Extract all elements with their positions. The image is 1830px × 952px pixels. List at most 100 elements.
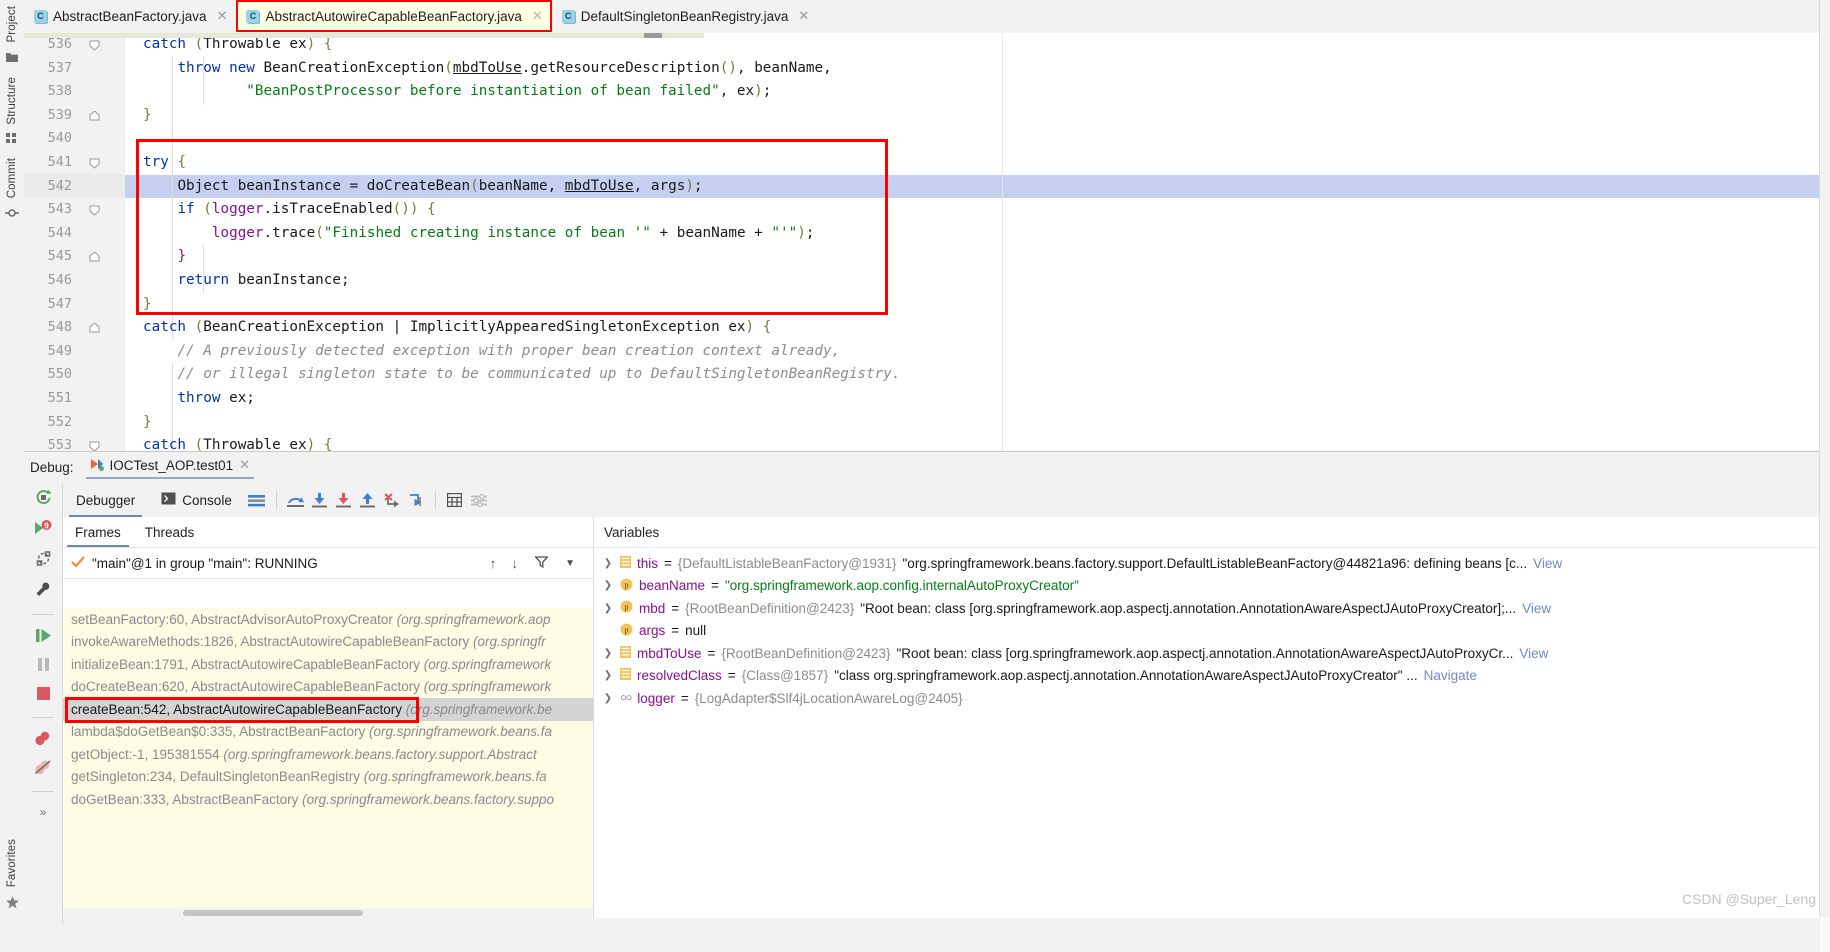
arrow-down-icon[interactable]: ↓ bbox=[511, 556, 518, 571]
fold-marker-icon[interactable] bbox=[89, 157, 100, 169]
code-line[interactable]: Object beanInstance = doCreateBean(beanN… bbox=[125, 175, 1830, 199]
step-into-icon[interactable] bbox=[308, 488, 332, 512]
frame-list-item[interactable]: getObject:-1, 195381554 (org.springframe… bbox=[63, 743, 593, 766]
frame-list-item-selected[interactable]: createBean:542, AbstractAutowireCapableB… bbox=[63, 698, 593, 721]
frame-list-item[interactable]: initializeBean:1791, AbstractAutowireCap… bbox=[63, 653, 593, 676]
editor-tab-abstractautowirecapablebeanfactory[interactable]: C AbstractAutowireCapableBeanFactory.jav… bbox=[236, 0, 552, 32]
code-editor[interactable]: 536 537 538 539 540 541 542 543 544 545 … bbox=[24, 33, 1830, 451]
code-line[interactable]: // or illegal singleton state to be comm… bbox=[125, 363, 1830, 387]
code-line[interactable]: "BeanPostProcessor before instantiation … bbox=[125, 80, 1830, 104]
chevron-right-icon[interactable]: ❯ bbox=[602, 670, 614, 681]
code-line[interactable]: catch (BeanCreationException | Implicitl… bbox=[125, 316, 1830, 340]
settings-filter-icon[interactable] bbox=[467, 488, 491, 512]
variable-row[interactable]: ❯ ○○ logger = {LogAdapter$Slf4jLocationA… bbox=[594, 687, 1830, 710]
fold-marker-icon[interactable] bbox=[89, 110, 100, 121]
tab-frames[interactable]: Frames bbox=[63, 518, 133, 547]
pause-program-icon[interactable] bbox=[37, 657, 50, 675]
code-line[interactable]: } bbox=[125, 293, 1830, 317]
fold-marker-icon[interactable] bbox=[89, 39, 100, 51]
code-text-area[interactable]: catch (Throwable ex) { throw new BeanCre… bbox=[125, 33, 1830, 451]
variable-value: "class org.springframework.aop.aspectj.a… bbox=[834, 668, 1418, 684]
filter-icon[interactable] bbox=[534, 555, 550, 571]
more-options-icon[interactable]: » bbox=[40, 805, 47, 819]
arrow-up-icon[interactable]: ↑ bbox=[490, 556, 497, 571]
frame-list-item[interactable]: doCreateBean:620, AbstractAutowireCapabl… bbox=[63, 676, 593, 699]
thread-selector-row[interactable]: "main"@1 in group "main": RUNNING ↑ ↓ ▼ bbox=[63, 548, 593, 579]
variable-row[interactable]: p args = null bbox=[594, 620, 1830, 643]
run-to-cursor-icon[interactable] bbox=[404, 488, 428, 512]
code-line[interactable]: if (logger.isTraceEnabled()) { bbox=[125, 198, 1830, 222]
resume-program-icon[interactable] bbox=[35, 628, 52, 646]
frame-list-item[interactable]: doGetBean:333, AbstractBeanFactory (org.… bbox=[63, 788, 593, 811]
fold-marker-icon[interactable] bbox=[89, 204, 100, 216]
chevron-right-icon[interactable]: ❯ bbox=[602, 603, 614, 614]
view-link[interactable]: View bbox=[1533, 556, 1562, 571]
view-link[interactable]: View bbox=[1522, 601, 1551, 616]
chevron-right-icon[interactable]: ❯ bbox=[602, 648, 614, 659]
step-out-icon[interactable] bbox=[356, 488, 380, 512]
evaluate-expression-icon[interactable] bbox=[443, 488, 467, 512]
folder-icon bbox=[6, 52, 18, 63]
variable-row[interactable]: ❯ p mbd = {RootBeanDefinition@2423} "Roo… bbox=[594, 597, 1830, 620]
variable-row[interactable]: ❯ this = {DefaultListableBeanFactory@193… bbox=[594, 552, 1830, 575]
line-number: 541 bbox=[47, 154, 72, 170]
layout-settings-icon[interactable] bbox=[245, 488, 269, 512]
code-line[interactable]: } bbox=[125, 411, 1830, 435]
code-line[interactable]: } bbox=[125, 245, 1830, 269]
variable-row[interactable]: ❯ p beanName = "org.springframework.aop.… bbox=[594, 575, 1830, 598]
code-line[interactable]: return beanInstance; bbox=[125, 269, 1830, 293]
restart-icon[interactable] bbox=[35, 550, 52, 570]
mute-breakpoints-icon[interactable] bbox=[34, 760, 52, 778]
editor-horizontal-scrollbar[interactable] bbox=[24, 33, 704, 38]
frame-list-item[interactable]: setBeanFactory:60, AbstractAdvisorAutoPr… bbox=[63, 608, 593, 631]
close-icon[interactable]: ✕ bbox=[532, 8, 543, 24]
view-breakpoints-icon[interactable] bbox=[34, 731, 52, 749]
settings-icon[interactable] bbox=[35, 581, 52, 601]
sidebar-item-project[interactable]: Project bbox=[6, 4, 18, 75]
view-link[interactable]: View bbox=[1519, 646, 1548, 661]
chevron-down-icon[interactable]: ▼ bbox=[565, 558, 575, 569]
chevron-right-icon[interactable]: ❯ bbox=[602, 580, 614, 591]
code-line[interactable]: throw new BeanCreationException(mbdToUse… bbox=[125, 57, 1830, 81]
frame-list-item[interactable]: getSingleton:234, DefaultSingletonBeanRe… bbox=[63, 766, 593, 789]
drop-frame-icon[interactable] bbox=[380, 488, 404, 512]
fold-marker-icon[interactable] bbox=[89, 322, 100, 333]
editor-gutter[interactable]: 536 537 538 539 540 541 542 543 544 545 … bbox=[24, 33, 125, 451]
fold-marker-icon[interactable] bbox=[89, 440, 100, 451]
navigate-link[interactable]: Navigate bbox=[1424, 668, 1477, 683]
tab-console[interactable]: Console bbox=[148, 484, 245, 517]
close-icon[interactable]: ✕ bbox=[217, 8, 228, 24]
line-number: 550 bbox=[47, 366, 72, 383]
code-line[interactable]: logger.trace("Finished creating instance… bbox=[125, 222, 1830, 246]
close-icon[interactable]: ✕ bbox=[239, 457, 250, 473]
rerun-failed-tests-icon[interactable]: 9 bbox=[34, 520, 52, 539]
editor-tab-defaultsingletonbeanregistry[interactable]: C DefaultSingletonBeanRegistry.java ✕ bbox=[552, 0, 819, 32]
frame-list-item[interactable]: invokeAwareMethods:1826, AbstractAutowir… bbox=[63, 631, 593, 654]
variable-row[interactable]: ❯ resolvedClass = {Class@1857} "class or… bbox=[594, 665, 1830, 688]
code-line[interactable] bbox=[125, 127, 1830, 151]
code-line[interactable]: try { bbox=[125, 151, 1830, 175]
editor-tab-abstractbeanfactory[interactable]: C AbstractBeanFactory.java ✕ bbox=[24, 0, 236, 32]
close-icon[interactable]: ✕ bbox=[798, 8, 809, 24]
sidebar-item-commit[interactable]: Commit bbox=[5, 156, 19, 231]
chevron-right-icon[interactable]: ❯ bbox=[602, 693, 614, 704]
code-line[interactable]: // A previously detected exception with … bbox=[125, 340, 1830, 364]
line-number: 548 bbox=[47, 319, 72, 336]
sidebar-item-favorites[interactable]: Favorites bbox=[5, 837, 19, 913]
rerun-icon[interactable] bbox=[35, 489, 52, 509]
chevron-right-icon[interactable]: ❯ bbox=[602, 558, 614, 569]
sidebar-item-structure[interactable]: Structure bbox=[6, 75, 18, 157]
force-step-into-icon[interactable] bbox=[332, 488, 356, 512]
run-configuration-tab[interactable]: IOCTest_AOP.test01 ✕ bbox=[84, 457, 256, 479]
code-line[interactable]: throw ex; bbox=[125, 387, 1830, 411]
frame-list-item[interactable]: lambda$doGetBean$0:335, AbstractBeanFact… bbox=[63, 721, 593, 744]
code-line[interactable]: } bbox=[125, 104, 1830, 128]
tab-threads[interactable]: Threads bbox=[133, 518, 207, 547]
fold-marker-icon[interactable] bbox=[89, 251, 100, 262]
tab-debugger[interactable]: Debugger bbox=[63, 484, 148, 517]
variable-row[interactable]: ❯ mbdToUse = {RootBeanDefinition@2423} "… bbox=[594, 642, 1830, 665]
stop-program-icon[interactable] bbox=[36, 686, 51, 704]
frames-list[interactable]: setBeanFactory:60, AbstractAdvisorAutoPr… bbox=[63, 608, 593, 918]
code-line[interactable]: catch (Throwable ex) { bbox=[125, 434, 1830, 451]
step-over-icon[interactable] bbox=[284, 488, 308, 512]
